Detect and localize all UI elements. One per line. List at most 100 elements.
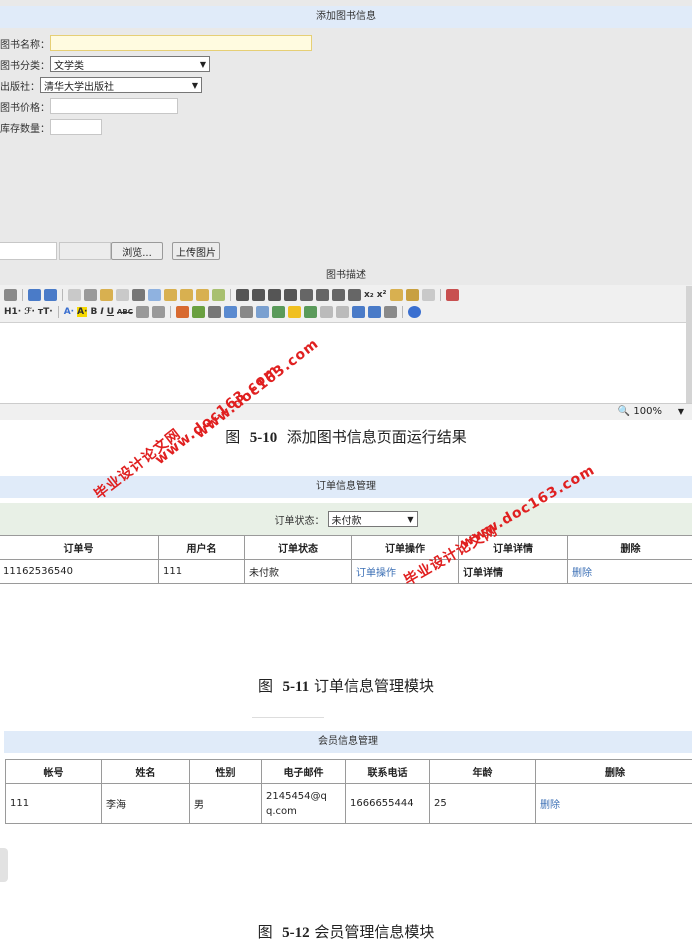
- page-break-icon[interactable]: [335, 306, 349, 318]
- bold-icon[interactable]: B: [90, 307, 97, 317]
- side-collapse-handle[interactable]: [0, 848, 8, 882]
- underline-icon[interactable]: U: [107, 307, 114, 317]
- format-painter-icon[interactable]: [405, 289, 419, 301]
- account-cell: 111: [5, 783, 102, 824]
- cut-icon[interactable]: [132, 289, 145, 301]
- media-icon[interactable]: [223, 306, 237, 318]
- print-icon[interactable]: [84, 289, 97, 301]
- stock-row: 库存数量：: [0, 118, 102, 136]
- undo-icon[interactable]: [28, 289, 41, 301]
- align-right-icon[interactable]: [268, 289, 281, 301]
- outdent-icon[interactable]: [348, 289, 361, 301]
- hr-icon[interactable]: [271, 306, 285, 318]
- table-row: 11162536540 111 未付款 订单操作 订单详情 删除: [0, 559, 692, 584]
- email-cell: 2145454@q q.com: [261, 783, 346, 824]
- ordered-list-icon[interactable]: [300, 289, 313, 301]
- status-cell: 未付款: [244, 559, 352, 584]
- member-delete-link[interactable]: 删除: [535, 783, 692, 824]
- indent-icon[interactable]: [332, 289, 345, 301]
- code-icon[interactable]: [116, 289, 129, 301]
- paste-icon[interactable]: [164, 289, 177, 301]
- file-path-input[interactable]: [0, 242, 57, 260]
- price-row: 图书价格：: [0, 97, 178, 115]
- superscript-icon[interactable]: x²: [377, 290, 387, 300]
- col-gender: 性别: [189, 759, 262, 784]
- font-size-icon[interactable]: тT·: [38, 307, 53, 317]
- unordered-list-icon[interactable]: [316, 289, 329, 301]
- remove-format-icon[interactable]: [151, 306, 165, 318]
- order-delete-link[interactable]: 删除: [567, 559, 692, 584]
- book-name-input[interactable]: [50, 35, 312, 51]
- publisher-select[interactable]: 清华大学出版社 ▼: [40, 77, 202, 93]
- heading-icon[interactable]: H1·: [4, 307, 21, 317]
- italic-icon[interactable]: I: [100, 307, 103, 317]
- figure-caption-5-10: 图 5-10 添加图书信息页面运行结果: [225, 428, 467, 446]
- col-delete: 删除: [535, 759, 692, 784]
- select-all-icon[interactable]: [212, 289, 225, 301]
- anchor-icon[interactable]: [351, 306, 365, 318]
- description-editor[interactable]: [0, 323, 686, 403]
- chevron-down-icon[interactable]: ▼: [678, 407, 684, 416]
- code-block-icon[interactable]: [319, 306, 333, 318]
- help-icon[interactable]: [407, 306, 421, 318]
- flash-icon[interactable]: [207, 306, 221, 318]
- link-icon[interactable]: [367, 306, 381, 318]
- align-left-icon[interactable]: [236, 289, 249, 301]
- order-status-select[interactable]: 未付款 ▼: [327, 511, 418, 527]
- file-path-box: [59, 242, 111, 260]
- image-icon[interactable]: [175, 306, 189, 318]
- copy-icon[interactable]: [148, 289, 161, 301]
- line-height-icon[interactable]: [135, 306, 149, 318]
- browse-button[interactable]: 浏览...: [111, 242, 163, 260]
- order-detail-link[interactable]: 订单详情: [458, 559, 568, 584]
- cursor-icon[interactable]: [421, 289, 435, 301]
- editor-statusbar: 🔍 100% ▼: [0, 403, 692, 420]
- chevron-down-icon: ▼: [407, 514, 414, 524]
- user-cell: 111: [158, 559, 245, 584]
- fullscreen-icon[interactable]: [445, 289, 459, 301]
- toolbar-row-1: x₂ x²: [4, 287, 459, 303]
- zoom-level[interactable]: 🔍 100%: [618, 406, 662, 417]
- table-header-row: 订单号 用户名 订单状态 订单操作 订单详情 删除: [0, 535, 692, 560]
- preview-icon[interactable]: [68, 289, 81, 301]
- emoticon-icon[interactable]: [287, 306, 301, 318]
- template-icon[interactable]: [100, 289, 113, 301]
- font-family-icon[interactable]: ℱ·: [24, 307, 35, 317]
- publisher-label: 出版社：: [0, 81, 40, 93]
- col-age: 年龄: [429, 759, 536, 784]
- price-input[interactable]: [50, 98, 178, 114]
- source-icon[interactable]: [4, 289, 17, 301]
- book-name-label: 图书名称：: [0, 39, 50, 51]
- price-label: 图书价格：: [0, 102, 50, 114]
- align-center-icon[interactable]: [252, 289, 265, 301]
- highlight-icon[interactable]: A·: [77, 307, 88, 317]
- paste-text-icon[interactable]: [180, 289, 193, 301]
- book-category-select[interactable]: 文学类 ▼: [50, 56, 210, 72]
- publisher-row: 出版社： 清华大学出版社 ▼: [0, 76, 202, 94]
- align-justify-icon[interactable]: [284, 289, 297, 301]
- attachment-icon[interactable]: [239, 306, 253, 318]
- redo-icon[interactable]: [44, 289, 57, 301]
- map-icon[interactable]: [303, 306, 317, 318]
- book-name-row: 图书名称：: [0, 34, 312, 52]
- col-delete: 删除: [567, 535, 692, 560]
- clear-format-icon[interactable]: [389, 289, 403, 301]
- table-icon[interactable]: [255, 306, 269, 318]
- upload-image-button[interactable]: 上传图片: [172, 242, 220, 260]
- order-table: 订单号 用户名 订单状态 订单操作 订单详情 删除 11162536540 11…: [0, 535, 692, 584]
- stock-input[interactable]: [50, 119, 102, 135]
- figure-caption-5-12: 图 5-12 会员管理信息模块: [257, 923, 435, 941]
- editor-scrollbar[interactable]: [686, 286, 692, 403]
- subscript-icon[interactable]: x₂: [364, 290, 374, 300]
- order-filter-bar: 订单状态： 未付款 ▼: [0, 503, 692, 535]
- font-color-icon[interactable]: A·: [64, 307, 74, 317]
- chevron-down-icon: ▼: [199, 59, 206, 69]
- col-phone: 联系电话: [345, 759, 430, 784]
- strikethrough-icon[interactable]: ABC: [117, 308, 133, 316]
- multi-image-icon[interactable]: [191, 306, 205, 318]
- add-book-title: 添加图书信息: [0, 6, 692, 28]
- tab-strip: [252, 717, 324, 725]
- unlink-icon[interactable]: [383, 306, 397, 318]
- paste-word-icon[interactable]: [196, 289, 209, 301]
- publisher-value: 清华大学出版社: [44, 81, 114, 93]
